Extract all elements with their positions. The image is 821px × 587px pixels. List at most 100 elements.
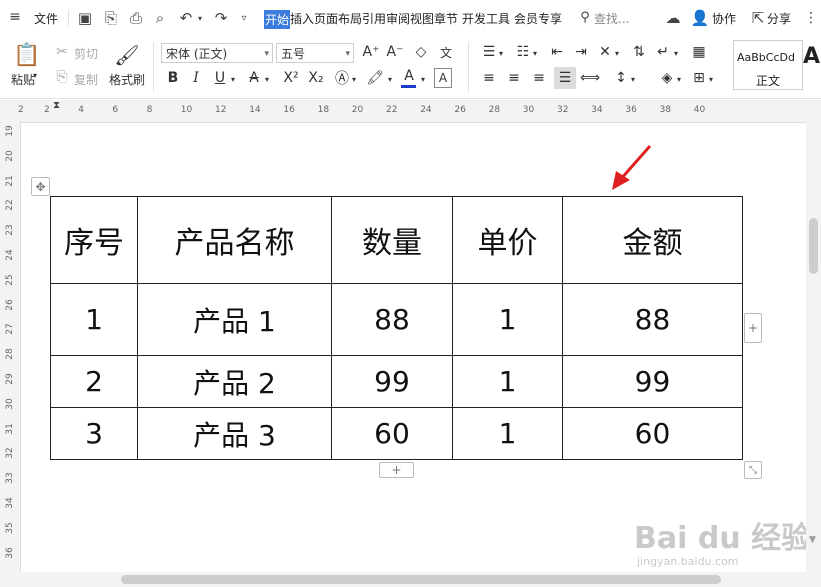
align-left-icon[interactable]: ≡	[480, 68, 498, 88]
superscript-icon[interactable]: X²	[281, 68, 301, 88]
add-column-button[interactable]: +	[744, 313, 762, 343]
hamburger-menu-icon[interactable]: ≡	[8, 9, 22, 25]
tab-review[interactable]: 审阅	[386, 10, 410, 27]
tab-chapter[interactable]: 章节	[434, 10, 458, 27]
subscript-icon[interactable]: X₂	[306, 68, 326, 88]
indent-marker-icon[interactable]: ⧗	[53, 100, 60, 111]
bullet-list-dropdown-icon[interactable]: ▾	[497, 44, 505, 62]
table-resize-handle-icon[interactable]: ⤡	[744, 461, 762, 479]
tab-member[interactable]: 会员专享	[514, 10, 562, 27]
scroll-down-icon[interactable]: ▼	[809, 535, 816, 545]
print-preview-icon[interactable]: ⌕	[151, 9, 169, 27]
table-grid-icon[interactable]: ▦	[688, 42, 710, 62]
increase-indent-icon[interactable]: ⇥	[572, 42, 590, 62]
header-cell[interactable]: 产品名称	[137, 196, 332, 284]
tab-developer[interactable]: 开发工具	[462, 10, 510, 27]
table-cell[interactable]: 1	[452, 355, 563, 408]
bullet-list-icon[interactable]: ☰	[480, 42, 498, 62]
bold-icon[interactable]: B	[165, 68, 181, 88]
file-menu[interactable]: 文件	[34, 10, 58, 27]
table-cell[interactable]: 3	[50, 407, 138, 460]
save-icon[interactable]: ▣	[76, 9, 94, 27]
table-cell[interactable]: 88	[562, 283, 743, 356]
table-cell[interactable]: 99	[331, 355, 453, 408]
table-cell[interactable]: 1	[50, 283, 138, 356]
add-row-button[interactable]: +	[379, 462, 414, 478]
cloud-sync-icon[interactable]: ☁	[664, 9, 682, 27]
paragraph-mark-dropdown-icon[interactable]: ▾	[672, 44, 680, 62]
tab-insert[interactable]: 插入	[290, 10, 314, 27]
copy-icon[interactable]: ⎘	[54, 69, 70, 85]
underline-dropdown-icon[interactable]: ▾	[229, 70, 237, 88]
paste-dropdown-icon[interactable]: ▾	[33, 71, 37, 80]
paragraph-mark-icon[interactable]: ↵	[654, 42, 672, 62]
font-name-select[interactable]: 宋体 (正文) ▾	[161, 43, 273, 63]
redo-icon[interactable]: ↷	[212, 9, 230, 27]
format-painter-button[interactable]: 格式刷	[109, 71, 145, 88]
table-cell[interactable]: 产品 2	[137, 355, 332, 408]
font-size-select[interactable]: 五号 ▾	[276, 43, 354, 63]
undo-dropdown-icon[interactable]: ▾	[196, 11, 204, 25]
table-cell[interactable]: 88	[331, 283, 453, 356]
table-cell[interactable]: 1	[452, 283, 563, 356]
undo-icon[interactable]: ↶	[177, 9, 195, 27]
format-painter-icon[interactable]: 🖌	[114, 42, 140, 68]
font-color-icon[interactable]: A	[401, 66, 417, 86]
table-cell[interactable]: 99	[562, 355, 743, 408]
line-spacing-dropdown-icon[interactable]: ▾	[629, 70, 637, 88]
decrease-indent-icon[interactable]: ⇤	[548, 42, 566, 62]
table-cell[interactable]: 产品 3	[137, 407, 332, 460]
borders-dropdown-icon[interactable]: ▾	[707, 70, 715, 88]
print-icon[interactable]: ⎙	[127, 9, 145, 27]
vertical-scrollbar[interactable]	[806, 122, 821, 572]
export-pdf-icon[interactable]: ⎘	[102, 9, 120, 27]
align-center-icon[interactable]: ≡	[505, 68, 523, 88]
sort-icon[interactable]: ⇅	[630, 42, 648, 62]
table-cell[interactable]: 产品 1	[137, 283, 332, 356]
tab-references[interactable]: 引用	[362, 10, 386, 27]
numbered-list-icon[interactable]: ☷	[514, 42, 532, 62]
customize-toolbar-icon[interactable]: ▿	[238, 11, 250, 25]
collab-button[interactable]: 协作	[712, 10, 736, 27]
paste-icon[interactable]: 📋	[13, 42, 40, 68]
cut-button[interactable]: 剪切	[74, 45, 98, 62]
header-cell[interactable]: 数量	[331, 196, 453, 284]
tab-page-layout[interactable]: 页面布局	[314, 10, 362, 27]
phonetic-guide-icon[interactable]: 文	[436, 42, 456, 62]
table-cell[interactable]: 2	[50, 355, 138, 408]
table-cell[interactable]: 60	[562, 407, 743, 460]
distribute-icon[interactable]: ⟺	[580, 68, 600, 88]
text-effect-icon[interactable]: Ⓐ	[333, 68, 351, 88]
table-cell[interactable]: 1	[452, 407, 563, 460]
text-effect-dropdown-icon[interactable]: ▾	[350, 70, 358, 88]
borders-icon[interactable]: ⊞	[690, 68, 708, 88]
share-button[interactable]: 分享	[767, 10, 791, 27]
shrink-font-icon[interactable]: A⁻	[386, 42, 404, 62]
search-box[interactable]: 查找...	[594, 10, 629, 27]
strikethrough-dropdown-icon[interactable]: ▾	[263, 70, 271, 88]
numbered-list-dropdown-icon[interactable]: ▾	[531, 44, 539, 62]
more-icon[interactable]: ⋮	[804, 9, 818, 27]
paste-button[interactable]: 粘贴	[11, 71, 35, 88]
highlight-dropdown-icon[interactable]: ▾	[386, 70, 394, 88]
style-heading-preview[interactable]: Aa	[803, 44, 821, 69]
chinese-layout-icon[interactable]: ✕	[596, 42, 614, 62]
font-color-dropdown-icon[interactable]: ▾	[419, 70, 427, 88]
italic-icon[interactable]: I	[188, 68, 204, 88]
align-right-icon[interactable]: ≡	[530, 68, 548, 88]
grow-font-icon[interactable]: A⁺	[362, 42, 380, 62]
horizontal-ruler[interactable]: 2 2 4 6 8 10 12 14 16 18 20 22 24 26 28 30 32 34 36 38 40 ⧗	[0, 100, 821, 123]
vertical-scrollbar-thumb[interactable]	[809, 218, 818, 274]
table-move-handle-icon[interactable]: ✥	[31, 177, 50, 196]
shading-dropdown-icon[interactable]: ▾	[675, 70, 683, 88]
header-cell[interactable]: 金额	[562, 196, 743, 284]
copy-button[interactable]: 复制	[74, 71, 98, 88]
tab-view[interactable]: 视图	[410, 10, 434, 27]
line-spacing-icon[interactable]: ↕	[612, 68, 630, 88]
header-cell[interactable]: 序号	[50, 196, 138, 284]
vertical-ruler[interactable]: 19 20 21 22 23 24 25 26 27 28 29 30 31 32 33 34 35 36	[0, 122, 21, 572]
shading-icon[interactable]: ◈	[658, 68, 676, 88]
chinese-layout-dropdown-icon[interactable]: ▾	[613, 44, 621, 62]
scissors-icon[interactable]: ✂	[54, 44, 70, 60]
highlight-icon[interactable]: 🖍	[366, 68, 384, 88]
